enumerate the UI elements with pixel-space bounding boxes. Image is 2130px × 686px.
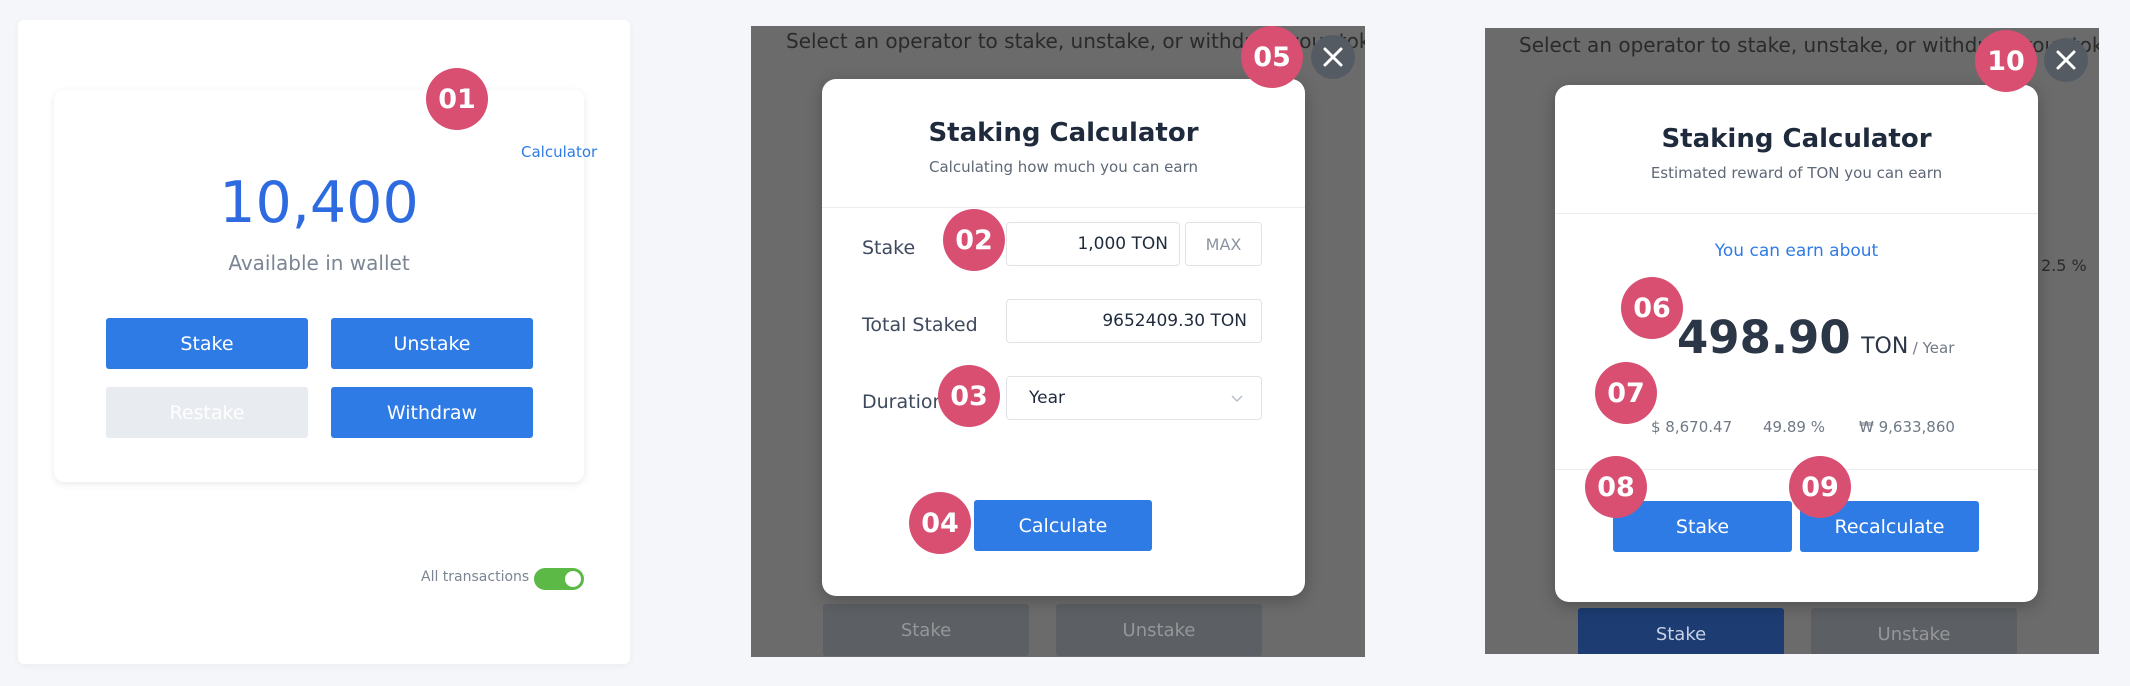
duration-value: Year bbox=[1029, 388, 1065, 408]
badge-10: 10 bbox=[1975, 30, 2037, 92]
close-button[interactable] bbox=[1311, 35, 1355, 79]
all-transactions-toggle[interactable] bbox=[534, 568, 584, 590]
background-unstake-button: Unstake bbox=[1811, 608, 2017, 654]
close-icon bbox=[1323, 47, 1343, 67]
background-stake-button: Stake bbox=[1578, 608, 1784, 654]
wallet-panel: Calculator 10,400 Available in wallet St… bbox=[18, 20, 630, 664]
badge-07: 07 bbox=[1595, 362, 1657, 424]
wallet-amount: 10,400 bbox=[219, 170, 419, 236]
modal-divider bbox=[822, 207, 1305, 208]
badge-03: 03 bbox=[938, 365, 1000, 427]
calculator-link[interactable]: Calculator bbox=[521, 143, 597, 161]
usd-value: $ 8,670.47 bbox=[1651, 418, 1733, 436]
duration-select[interactable]: Year bbox=[1006, 376, 1262, 420]
close-button[interactable] bbox=[2044, 38, 2088, 82]
calculator-result-panel: Select an operator to stake, unstake, or… bbox=[1485, 28, 2099, 654]
toggle-knob bbox=[565, 571, 581, 587]
stake-button[interactable]: Stake bbox=[1613, 501, 1792, 552]
close-icon bbox=[2056, 50, 2076, 70]
badge-04: 04 bbox=[909, 492, 971, 554]
staking-calculator-modal: Staking Calculator Estimated reward of T… bbox=[1555, 85, 2038, 602]
staking-calculator-modal: Staking Calculator Calculating how much … bbox=[822, 79, 1305, 596]
available-label: Available in wallet bbox=[228, 251, 410, 275]
unstake-button[interactable]: Unstake bbox=[331, 318, 533, 369]
calculator-input-panel: Select an operator to stake, unstake, or… bbox=[751, 26, 1365, 657]
wallet-card: Calculator 10,400 Available in wallet St… bbox=[54, 90, 597, 482]
reward-period: / Year bbox=[1912, 339, 1955, 357]
max-button[interactable]: MAX bbox=[1185, 222, 1262, 266]
withdraw-button[interactable]: Withdraw bbox=[331, 387, 533, 438]
all-transactions-label: All transactions bbox=[421, 569, 530, 585]
background-unstake-button: Unstake bbox=[1056, 604, 1262, 656]
badge-05: 05 bbox=[1241, 26, 1303, 88]
calculate-button[interactable]: Calculate bbox=[974, 500, 1152, 551]
badge-09: 09 bbox=[1789, 456, 1851, 518]
chevron-down-icon bbox=[1231, 395, 1243, 403]
reward-unit: TON bbox=[1861, 334, 1909, 359]
badge-01: 01 bbox=[426, 68, 488, 130]
modal-title: Staking Calculator bbox=[1661, 124, 1932, 154]
badge-08: 08 bbox=[1585, 456, 1647, 518]
badge-06: 06 bbox=[1621, 277, 1683, 339]
modal-subtitle: Estimated reward of TON you can earn bbox=[1650, 164, 1943, 182]
stake-button[interactable]: Stake bbox=[106, 318, 308, 369]
background-stake-button: Stake bbox=[823, 604, 1029, 656]
stake-amount-input[interactable]: 1,000 TON bbox=[1006, 222, 1180, 266]
percent-value: 49.89 % bbox=[1763, 418, 1825, 436]
krw-value: ₩ 9,633,860 bbox=[1859, 418, 1955, 436]
duration-label: Duration bbox=[862, 391, 945, 413]
total-staked-label: Total Staked bbox=[862, 314, 978, 336]
total-staked-field: 9652409.30 TON bbox=[1006, 299, 1262, 343]
background-rate: 2.5 % bbox=[2041, 256, 2087, 275]
earn-label: You can earn about bbox=[1714, 241, 1879, 261]
badge-02: 02 bbox=[943, 209, 1005, 271]
modal-divider bbox=[1555, 213, 2038, 214]
restake-button[interactable]: Restake bbox=[106, 387, 308, 438]
reward-value: 498.90 bbox=[1677, 311, 1851, 364]
modal-subtitle: Calculating how much you can earn bbox=[928, 158, 1199, 176]
reward-line: 498.90 TON / Year bbox=[1677, 311, 1954, 364]
modal-title: Staking Calculator bbox=[928, 118, 1199, 148]
stake-label: Stake bbox=[862, 237, 916, 259]
